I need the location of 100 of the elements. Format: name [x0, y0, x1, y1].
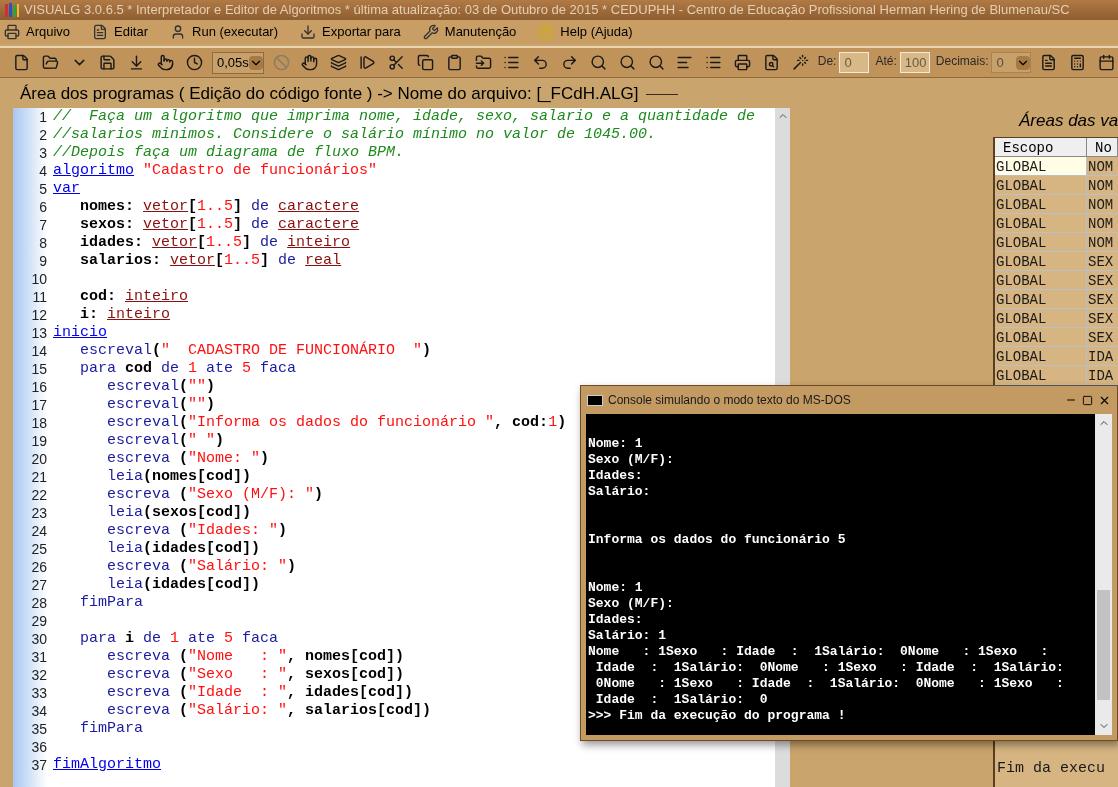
- line-number: 33: [30, 683, 48, 703]
- menu-item[interactable]: Help (Ajuda): [538, 22, 633, 42]
- code-line: para cod de 1 ate 5 faca: [79, 360, 297, 378]
- console-line: Nome: 1: [588, 580, 644, 596]
- line-number: 10: [30, 269, 48, 289]
- table-cell-text: SEX: [1087, 328, 1115, 346]
- code-line: // Faça um algoritmo que imprima nome, idade, sexo, salario e a quantidade de: [53, 108, 756, 126]
- code-line: escreva ("Idade : ", idades[cod]): [106, 684, 414, 702]
- console-line: Sexo (M/F):: [588, 596, 675, 612]
- line-number: 32: [30, 665, 48, 685]
- line-number: 2: [38, 125, 48, 145]
- scrollbar[interactable]: [1095, 414, 1112, 735]
- code-line: //salarios minimos. Considere o salário mínimo no valor de 1045.00.: [53, 126, 657, 144]
- table-cell[interactable]: GLOBAL: [995, 365, 1087, 384]
- table-cell-text: IDA: [1087, 366, 1115, 384]
- console-line: >>> Fim da execução do programa !: [588, 708, 847, 724]
- code-line: escreval(" "): [106, 432, 225, 450]
- table-cell-text: IDA: [1087, 347, 1115, 365]
- field-label: Decimais:: [935, 53, 989, 70]
- speed-select[interactable]: 0,05s: [211, 51, 264, 74]
- line-number: 19: [30, 431, 48, 451]
- books-icon: [4, 2, 20, 18]
- code-line: fimPara: [79, 594, 143, 612]
- code-line: idades: vetor[1..5] de inteiro: [79, 234, 351, 252]
- line-number: 8: [38, 233, 48, 253]
- code-line: algoritmo "Cadastro de funcionários": [53, 162, 378, 180]
- code-line: salarios: vetor[1..5] de real: [79, 252, 342, 270]
- maximize-icon[interactable]: [1082, 394, 1093, 406]
- code-line: escreval(" CADASTRO DE FUNCIONÁRIO "): [79, 342, 432, 360]
- wrench-icon: [422, 24, 439, 40]
- menu-item[interactable]: Editar: [92, 22, 149, 42]
- line-number: 20: [30, 449, 48, 469]
- code-line: escreva ("Idades: "): [106, 522, 288, 540]
- line-number: 34: [30, 701, 48, 721]
- table-cell[interactable]: GLOBAL: [995, 289, 1087, 308]
- menu-item[interactable]: Arquivo: [4, 22, 71, 42]
- console-title: Console simulando o modo texto do MS-DOS: [608, 392, 852, 409]
- line-number: 6: [38, 197, 48, 217]
- line-number: 3: [38, 143, 48, 163]
- table-cell[interactable]: GLOBAL: [995, 213, 1087, 232]
- caret-icon: [248, 55, 263, 70]
- code-line: fimAlgoritmo: [53, 756, 162, 774]
- line-number: 24: [30, 521, 48, 541]
- column-header[interactable]: Escopo: [995, 137, 1087, 157]
- table-cell[interactable]: GLOBAL: [995, 346, 1087, 365]
- line-number: 1: [38, 107, 48, 127]
- line-number: 4: [38, 161, 48, 181]
- table-cell[interactable]: GLOBAL: [995, 251, 1087, 270]
- console-line: Nome : 1Sexo : Idade : 1Salário: 0Nome : 1Sexo :: [588, 644, 1050, 660]
- line-number: 16: [30, 377, 48, 397]
- code-line: nomes: vetor[1..5] de caractere: [79, 198, 360, 216]
- line-number: 11: [31, 287, 48, 307]
- line-number: 36: [30, 737, 48, 757]
- line-number: 29: [30, 611, 48, 631]
- line-number: 7: [38, 215, 48, 235]
- table-cell-text: SEX: [1087, 252, 1115, 270]
- column-header[interactable]: No: [1087, 137, 1118, 157]
- scroll-thumb[interactable]: [1097, 590, 1110, 700]
- line-number: 22: [30, 485, 48, 505]
- menu-item[interactable]: Exportar para: [300, 22, 401, 42]
- table-cell-text: SEX: [1087, 271, 1115, 289]
- console-line: Informa os dados do funcionário 5: [588, 532, 847, 548]
- printer-icon: [4, 24, 20, 40]
- document-icon: [92, 24, 109, 40]
- table-cell-text: NOM: [1087, 157, 1115, 175]
- code-line: para i de 1 ate 5 faca: [79, 630, 279, 648]
- menu-item[interactable]: Run (executar): [170, 22, 279, 42]
- code-line: inicio: [53, 324, 107, 342]
- section-title: Área dos programas ( Edição do código fonte ) -> Nome do arquivo: [_FCdH.ALG]: [20, 83, 639, 106]
- line-number: 31: [30, 647, 48, 667]
- console-line: Idade : 1Salário: 0: [594, 692, 769, 708]
- console-line: Idades:: [588, 468, 644, 484]
- console-line: Sexo (M/F):: [588, 452, 675, 468]
- table-cell[interactable]: GLOBAL: [995, 270, 1087, 289]
- line-number: 21: [30, 467, 48, 487]
- field-label: Até:: [875, 53, 897, 70]
- line-number: 30: [30, 629, 48, 649]
- line-number: 26: [30, 557, 48, 577]
- table-cell-text: NOM: [1087, 176, 1115, 194]
- line-number: 37: [30, 755, 48, 775]
- panel-title: Áreas das va: [1017, 110, 1118, 132]
- code-line: sexos: vetor[1..5] de caractere: [79, 216, 360, 234]
- table-cell[interactable]: GLOBAL: [995, 232, 1087, 251]
- console-line: Nome: 1: [588, 436, 644, 452]
- code-line: escreva ("Salário: "): [106, 558, 297, 576]
- window-title: VISUALG 3.0.6.5 * Interpretador e Editor de Algoritmos * última atualização: 03 de Outubro de 2015 * CEDUPHH - Centro de Educação Profissional Herman Hering de Blumenau/SC: [24, 1, 1070, 20]
- output-text: Fim da execu: [997, 760, 1106, 777]
- line-number: 17: [30, 395, 48, 415]
- console-line: Salário:: [588, 484, 652, 500]
- line-number: 18: [30, 413, 48, 433]
- code-line: cod: inteiro: [79, 288, 189, 306]
- table-cell[interactable]: GLOBAL: [995, 308, 1087, 327]
- menu-item[interactable]: Manutenção: [422, 22, 517, 42]
- code-line: escreval("Informa os dados do funcionário ", cod:1): [106, 414, 567, 432]
- table-cell[interactable]: GLOBAL: [995, 327, 1087, 346]
- line-number: 15: [30, 359, 48, 379]
- table-cell[interactable]: GLOBAL: [995, 194, 1087, 213]
- table-cell[interactable]: GLOBAL: [995, 175, 1087, 194]
- code-line: escreval(""): [106, 378, 216, 396]
- help-icon: [538, 24, 555, 40]
